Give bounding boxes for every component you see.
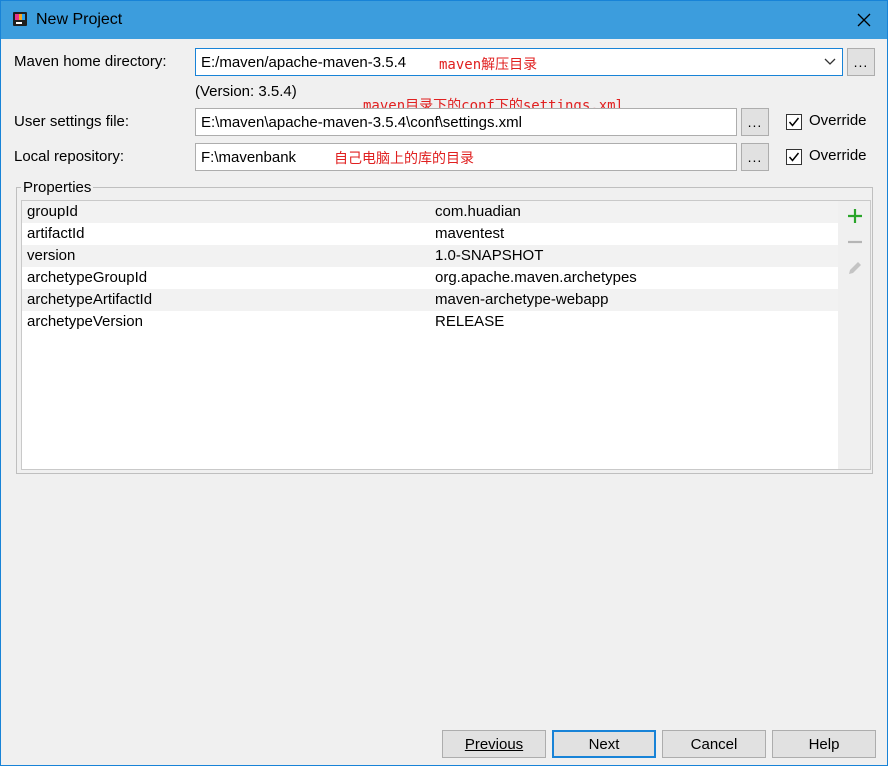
user-settings-override-checkbox[interactable] bbox=[786, 114, 802, 130]
previous-button[interactable]: Previous bbox=[442, 730, 546, 758]
local-repository-annotation: 自己电脑上的库的目录 bbox=[334, 151, 474, 167]
maven-home-label: Maven home directory: bbox=[14, 53, 167, 70]
table-row[interactable]: groupId com.huadian bbox=[22, 201, 838, 223]
table-row[interactable]: archetypeArtifactId maven-archetype-weba… bbox=[22, 289, 838, 311]
table-row[interactable]: version 1.0-SNAPSHOT bbox=[22, 245, 838, 267]
user-settings-label: User settings file: bbox=[14, 113, 130, 130]
properties-title: Properties bbox=[21, 179, 94, 196]
add-icon[interactable] bbox=[846, 207, 864, 225]
checkmark-icon bbox=[788, 152, 800, 162]
property-key: artifactId bbox=[27, 225, 85, 242]
local-repository-label: Local repository: bbox=[14, 148, 125, 165]
new-project-dialog: New Project Maven home directory: E:/mav… bbox=[0, 0, 888, 766]
local-repository-field[interactable]: F:\mavenbank 自己电脑上的库的目录 bbox=[195, 143, 737, 171]
property-value: maven-archetype-webapp bbox=[435, 291, 609, 308]
table-row[interactable]: archetypeVersion RELEASE bbox=[22, 311, 838, 333]
next-button[interactable]: Next bbox=[552, 730, 656, 758]
close-button[interactable] bbox=[841, 1, 887, 39]
checkmark-icon bbox=[788, 117, 800, 127]
property-value: org.apache.maven.archetypes bbox=[435, 269, 637, 286]
property-key: groupId bbox=[27, 203, 78, 220]
next-label: Next bbox=[588, 735, 620, 753]
maven-home-combo[interactable]: E:/maven/apache-maven-3.5.4 maven解压目录 bbox=[195, 48, 843, 76]
cancel-button[interactable]: Cancel bbox=[662, 730, 766, 758]
property-key: archetypeArtifactId bbox=[27, 291, 153, 308]
intellij-app-icon bbox=[13, 12, 27, 26]
title-bar: New Project bbox=[1, 1, 887, 39]
property-value: RELEASE bbox=[435, 313, 505, 330]
table-row[interactable]: archetypeGroupId org.apache.maven.archet… bbox=[22, 267, 838, 289]
user-settings-value: E:\maven\apache-maven-3.5.4\conf\setting… bbox=[201, 114, 522, 131]
help-label: Help bbox=[808, 735, 840, 753]
maven-home-browse-button[interactable]: ... bbox=[847, 48, 875, 76]
property-key: archetypeGroupId bbox=[27, 269, 148, 286]
previous-label: Previous bbox=[464, 735, 524, 753]
user-settings-field[interactable]: E:\maven\apache-maven-3.5.4\conf\setting… bbox=[195, 108, 737, 136]
maven-home-value: E:/maven/apache-maven-3.5.4 bbox=[201, 54, 407, 71]
local-repository-override-label[interactable]: Override bbox=[809, 147, 867, 164]
local-repository-value: F:\mavenbank bbox=[201, 149, 297, 166]
maven-version-text: (Version: 3.5.4) bbox=[195, 83, 297, 100]
cancel-label: Cancel bbox=[690, 735, 738, 753]
remove-icon[interactable] bbox=[846, 233, 864, 251]
properties-table[interactable]: groupId com.huadian artifactId maventest… bbox=[21, 200, 839, 470]
properties-toolbar bbox=[838, 200, 871, 470]
user-settings-override-label[interactable]: Override bbox=[809, 112, 867, 129]
property-value: com.huadian bbox=[435, 203, 521, 220]
edit-pencil-icon[interactable] bbox=[846, 259, 864, 277]
maven-home-annotation: maven解压目录 bbox=[439, 57, 538, 73]
local-repository-browse-button[interactable]: ... bbox=[741, 143, 769, 171]
properties-group: Properties groupId com.huadian artifactI… bbox=[16, 179, 873, 474]
user-settings-browse-button[interactable]: ... bbox=[741, 108, 769, 136]
help-button[interactable]: Help bbox=[772, 730, 876, 758]
chevron-down-icon bbox=[824, 58, 836, 65]
property-value: maventest bbox=[435, 225, 505, 242]
local-repository-override-checkbox[interactable] bbox=[786, 149, 802, 165]
property-key: archetypeVersion bbox=[27, 313, 143, 330]
window-title: New Project bbox=[36, 11, 123, 28]
property-key: version bbox=[27, 247, 76, 264]
property-value: 1.0-SNAPSHOT bbox=[435, 247, 544, 264]
table-row[interactable]: artifactId maventest bbox=[22, 223, 838, 245]
close-icon bbox=[857, 13, 871, 27]
